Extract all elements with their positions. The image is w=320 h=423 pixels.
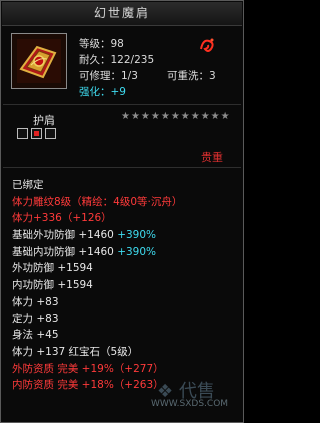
- star-rating: ★★★★★★★★★★★: [121, 111, 231, 122]
- agility-stat: 身法 +45: [12, 329, 59, 342]
- slot-label: 护肩: [33, 114, 55, 127]
- empty-socket-icon: [17, 128, 28, 139]
- base-inner-defense: 基础内功防御 +1460 +390%: [12, 245, 157, 258]
- socket-row: [17, 128, 59, 142]
- bonus-percent: +390%: [117, 229, 157, 242]
- repair-stat: 可修理：1/3: [79, 70, 138, 82]
- base-outer-defense: 基础外功防御 +1460 +390%: [12, 229, 157, 242]
- outer-aptitude: 外防资质 完美 +19%（+277）: [12, 362, 164, 375]
- inner-defense: 内功防御 +1594: [12, 279, 93, 292]
- value-label: 贵重: [201, 151, 223, 164]
- watermark-text: WWW.SXDS.COM: [151, 399, 229, 409]
- durability-stat: 耐久：122/235: [79, 54, 155, 66]
- item-tooltip: 幻世魔肩 等级：98 耐久：122/235 可修理：1/3 可重洗：3 强化：+…: [0, 0, 244, 423]
- red-gem-socket-icon: [31, 128, 42, 139]
- rune-emblem-icon: [200, 38, 214, 52]
- rewash-stat: 可重洗：3: [167, 70, 216, 82]
- empty-socket-icon: [45, 128, 56, 139]
- enhance-stat: 强化：+9: [79, 86, 126, 98]
- attribute-list: 已绑定 体力雕纹8级（精绘：4级0等·沉舟） 体力+336（+126） 基础外功…: [12, 177, 242, 394]
- carving-line: 体力雕纹8级（精绘：4级0等·沉舟）: [12, 195, 183, 208]
- bonus-percent: +390%: [117, 245, 157, 258]
- outer-defense: 外功防御 +1594: [12, 262, 93, 275]
- item-icon-frame: [11, 33, 67, 89]
- shoulder-armor-icon: [17, 39, 61, 83]
- divider: [3, 167, 241, 168]
- focus-stat: 定力 +83: [12, 312, 59, 325]
- divider: [3, 104, 241, 105]
- gem-stat: 体力 +137 红宝石（5级）: [12, 345, 139, 358]
- bound-status: 已绑定: [12, 179, 44, 191]
- level-stat: 等级：98: [79, 38, 124, 50]
- item-title: 幻世魔肩: [2, 2, 242, 26]
- carving-bonus: 体力+336（+126）: [12, 212, 112, 225]
- stamina-stat: 体力 +83: [12, 295, 59, 308]
